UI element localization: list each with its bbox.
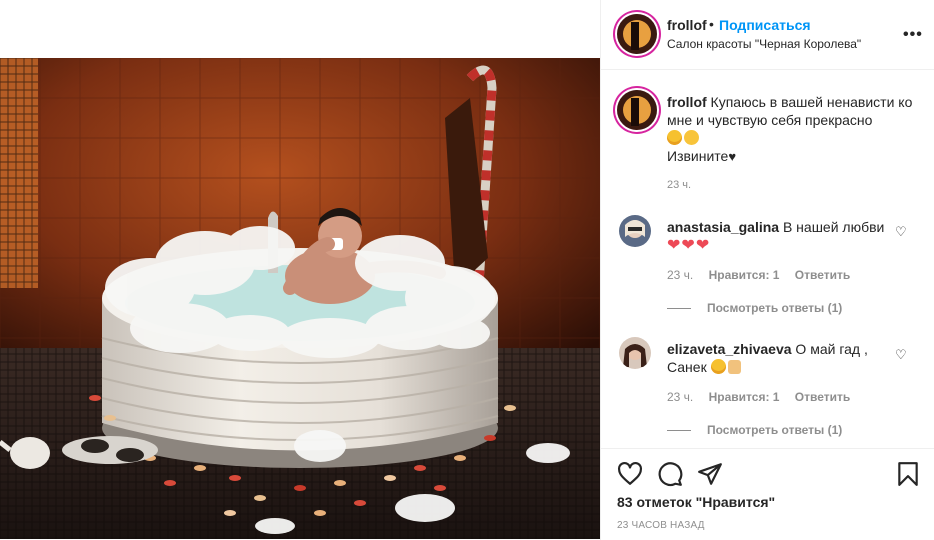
laughing-emoji-icon [710,359,726,374]
laughing-emoji-icon [667,130,682,145]
view-replies-button[interactable]: Посмотреть ответы (1) [667,423,842,437]
reply-button[interactable]: Ответить [795,268,850,282]
post-sidebar: frollof • Подписаться Салон красоты "Чер… [600,0,934,540]
bookmark-icon[interactable] [895,461,921,487]
post-timestamp[interactable]: 23 ЧАСОВ НАЗАД [617,520,705,531]
comment-like-heart-icon[interactable]: ♡ [895,224,907,240]
separator-dot: • [709,16,714,32]
view-replies-button[interactable]: Посмотреть ответы (1) [667,301,842,315]
share-icon[interactable] [697,461,723,487]
more-horizontal-icon[interactable]: ••• [903,26,923,44]
view-replies-label: Посмотреть ответы (1) [707,301,843,315]
comment-meta: 23 ч. Нравится: 1 Ответить [667,268,862,282]
heart-icon[interactable] [617,461,643,487]
caption-timestamp[interactable]: 23 ч. [667,179,691,191]
media-area [0,0,600,540]
wink-kiss-emoji-icon [684,130,699,145]
comment-like-heart-icon[interactable]: ♡ [895,347,907,363]
caption-avatar[interactable] [617,90,657,130]
post-location[interactable]: Салон красоты "Черная Королева" [667,37,861,51]
post-header: frollof • Подписаться Салон красоты "Чер… [601,0,934,70]
divider-line [667,308,691,310]
comment-icon[interactable] [657,461,683,487]
comment-timestamp[interactable]: 23 ч. [667,268,693,282]
black-heart-icon: ♥ [728,149,737,164]
view-replies-label: Посмотреть ответы (1) [707,423,843,437]
author-username[interactable]: frollof [667,17,707,33]
reply-button[interactable]: Ответить [795,390,850,404]
commenter-avatar[interactable] [619,337,651,369]
post-photo[interactable] [0,58,600,539]
comment-body: В нашей любви [782,219,885,235]
post-caption: frollof Купаюсь в вашей ненависти ко мне… [667,93,917,166]
comment-text: elizaveta_zhivaeva О май гад , Санек [667,340,887,376]
comment-meta: 23 ч. Нравится: 1 Ответить [667,390,862,404]
post-actions: 83 отметок "Нравится" 23 ЧАСОВ НАЗАД [601,448,934,540]
commenter-avatar[interactable] [619,215,651,247]
caption-line2: Извините [667,148,729,164]
comment-text: anastasia_galina В нашей любви ❤❤❤ [667,218,887,255]
comment-username[interactable]: anastasia_galina [667,219,779,235]
comment-timestamp[interactable]: 23 ч. [667,390,693,404]
likes-count[interactable]: 83 отметок "Нравится" [617,494,775,510]
caption-username[interactable]: frollof [667,94,707,110]
comment-username[interactable]: elizaveta_zhivaeva [667,341,792,357]
thumbs-up-emoji-icon [727,360,741,374]
follow-button[interactable]: Подписаться [719,17,811,33]
comments-list[interactable]: frollof Купаюсь в вашей ненависти ко мне… [601,71,934,447]
red-hearts-emoji: ❤❤❤ [667,237,711,254]
author-avatar[interactable] [617,14,657,54]
comment-likes-count[interactable]: Нравится: 1 [709,390,780,404]
divider-line [667,430,691,432]
post-view: frollof • Подписаться Салон красоты "Чер… [0,0,934,540]
comment-likes-count[interactable]: Нравится: 1 [709,268,780,282]
